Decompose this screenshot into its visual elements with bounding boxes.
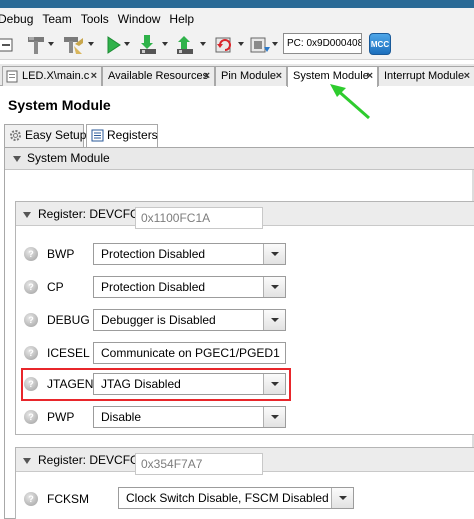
registers-icon [91, 129, 104, 142]
reset-dropdown-icon[interactable] [238, 42, 244, 46]
help-icon[interactable]: ? [24, 280, 38, 294]
register-label: Register: DEVCFG1 [38, 453, 147, 467]
setting-label: PWP [47, 410, 75, 424]
bwp-select[interactable]: Protection Disabled [93, 243, 286, 265]
mcc-icon: MCC [370, 39, 390, 49]
help-icon[interactable]: ? [24, 410, 38, 424]
collapse-triangle-icon[interactable] [13, 156, 21, 162]
jtagen-highlight-box [21, 368, 291, 401]
tab-registers[interactable]: Registers [86, 124, 158, 147]
collapse-triangle-icon[interactable] [23, 212, 31, 218]
help-icon[interactable]: ? [24, 492, 38, 506]
collapse-triangle-icon[interactable] [23, 458, 31, 464]
subtab-label: Easy Setup [25, 128, 87, 142]
help-icon[interactable]: ? [24, 346, 38, 360]
pwp-select[interactable]: Disable [93, 406, 286, 428]
gear-icon [10, 130, 21, 141]
page-title: System Module [8, 97, 111, 113]
tab-pin-module[interactable]: Pin Module × [215, 66, 287, 86]
chevron-down-icon[interactable] [263, 277, 285, 297]
build-button[interactable] [26, 34, 46, 56]
c-file-icon [6, 70, 18, 83]
system-module-section-header[interactable]: System Module [5, 148, 474, 170]
tab-easy-setup[interactable]: Easy Setup [4, 124, 87, 147]
read-device-dropdown-icon[interactable] [200, 42, 206, 46]
setting-label: DEBUG [47, 313, 90, 327]
program-device-button[interactable] [137, 34, 161, 56]
tab-interrupt-module[interactable]: Interrupt Module × [378, 66, 474, 86]
chevron-down-icon[interactable] [263, 244, 285, 264]
mcc-button[interactable]: MCC [369, 33, 391, 55]
setting-label: BWP [47, 247, 75, 261]
fcksm-select[interactable]: Clock Switch Disable, FSCM Disabled [118, 487, 354, 509]
step-icon [250, 37, 270, 53]
cp-select[interactable]: Protection Disabled [93, 276, 286, 298]
menu-help[interactable]: Help [169, 12, 194, 26]
register-devcfg0-value: 0x1100FC1A [135, 207, 263, 229]
toolbar [0, 30, 474, 60]
run-icon [107, 36, 121, 54]
subtab-label: Registers [107, 128, 158, 142]
menu-debug[interactable]: Debug [0, 12, 33, 26]
select-value: Disable [101, 410, 142, 424]
tab-label: Interrupt Module [384, 70, 465, 82]
close-icon[interactable]: × [91, 67, 97, 85]
select-value: Protection Disabled [101, 247, 206, 261]
select-value: Debugger is Disabled [101, 313, 216, 327]
register-devcfg1-value: 0x354F7A7 [135, 453, 263, 475]
read-device-icon [177, 36, 193, 54]
run-button[interactable] [104, 34, 122, 56]
clean-build-dropdown-icon[interactable] [88, 42, 94, 46]
menu-tools[interactable]: Tools [81, 12, 109, 26]
help-icon[interactable]: ? [24, 247, 38, 261]
program-device-dropdown-icon[interactable] [162, 42, 168, 46]
close-icon[interactable]: × [276, 67, 282, 85]
icesel-select[interactable]: Communicate on PGEC1/PGED1 [93, 342, 286, 364]
window-title-bar [0, 0, 474, 8]
build-dropdown-icon[interactable] [48, 42, 54, 46]
menu-team[interactable]: Team [42, 12, 71, 26]
section-title: System Module [27, 151, 110, 165]
clean-build-icon [64, 37, 83, 54]
toolbar-fragment-icon[interactable] [0, 36, 14, 54]
select-value: Communicate on PGEC1/PGED1 [101, 346, 280, 360]
reset-button[interactable] [212, 34, 236, 56]
select-value: Clock Switch Disable, FSCM Disabled [126, 491, 329, 505]
help-icon[interactable]: ? [24, 313, 38, 327]
setting-label: CP [47, 280, 64, 294]
program-device-icon [140, 35, 156, 54]
build-icon [28, 37, 44, 54]
setting-label: ICESEL [47, 346, 90, 360]
annotation-arrow-icon [330, 84, 370, 120]
setting-label: FCKSM [47, 492, 89, 506]
chevron-down-icon[interactable] [331, 488, 353, 508]
tab-label: System Module [293, 70, 369, 82]
tab-label: LED.X\main.c [22, 70, 90, 82]
select-value: Protection Disabled [101, 280, 206, 294]
register-label: Register: DEVCFG0 [38, 207, 147, 221]
run-dropdown-icon[interactable] [124, 42, 130, 46]
close-icon[interactable]: × [204, 67, 210, 85]
read-device-button[interactable] [174, 34, 198, 56]
tab-label: Available Resources [108, 70, 209, 82]
menu-window[interactable]: Window [118, 12, 161, 26]
step-button[interactable] [248, 34, 272, 56]
step-dropdown-icon[interactable] [272, 42, 278, 46]
close-icon[interactable]: × [464, 67, 470, 85]
program-counter-display: PC: 0x9D000408 [283, 33, 362, 54]
chevron-down-icon[interactable] [263, 310, 285, 330]
tab-main-c[interactable]: LED.X\main.c × [2, 66, 102, 86]
debug-select[interactable]: Debugger is Disabled [93, 309, 286, 331]
tab-label: Pin Module [221, 70, 277, 82]
chevron-down-icon[interactable] [263, 407, 285, 427]
clean-build-button[interactable] [62, 34, 84, 56]
tab-available-resources[interactable]: Available Resources × [102, 66, 215, 86]
menu-bar: Debug Team Tools Window Help [0, 8, 474, 30]
reset-icon [215, 37, 231, 53]
editor-tab-bar: LED.X\main.c × Available Resources × Pin… [0, 64, 474, 87]
